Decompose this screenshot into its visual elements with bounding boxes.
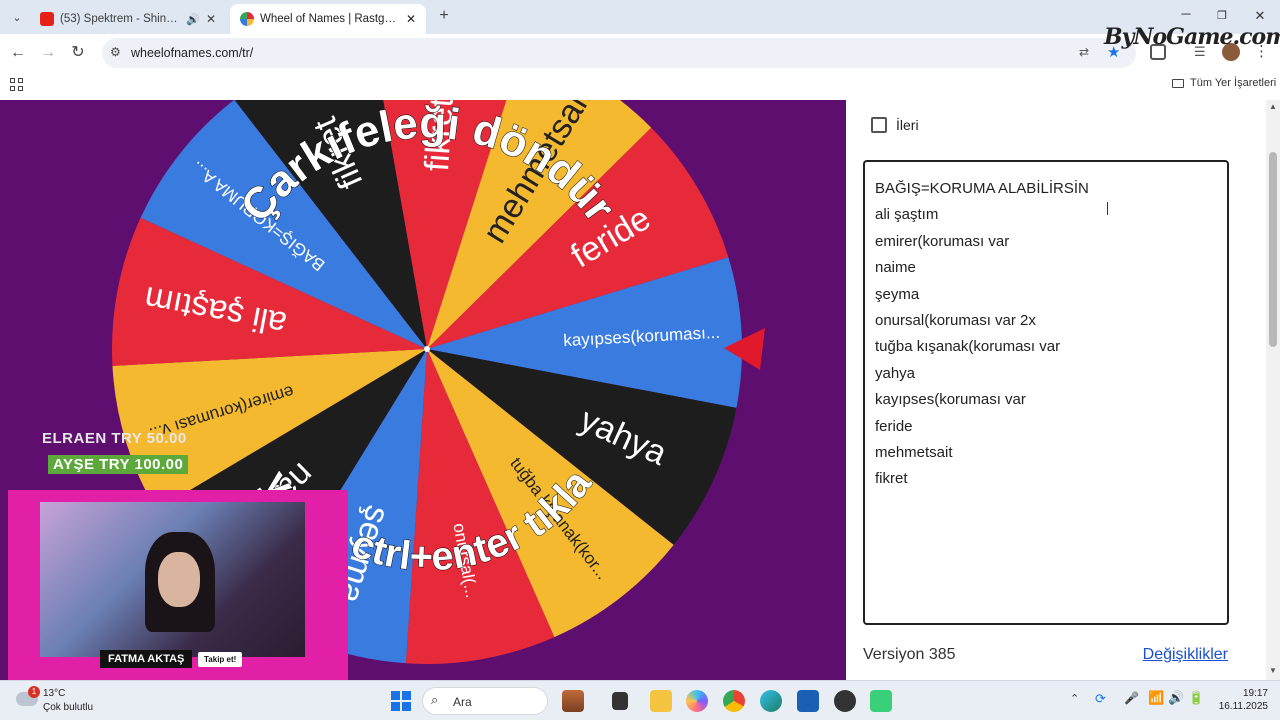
restore-button[interactable]: ❐: [1212, 6, 1232, 26]
clock-date: 16.11.2025: [1218, 701, 1268, 712]
show-hidden-icons-icon[interactable]: ⌃: [1070, 692, 1079, 705]
taskbar-search[interactable]: ⌕ Ara: [422, 687, 548, 715]
back-button[interactable]: ←: [7, 42, 29, 64]
site-info-icon[interactable]: ⚙: [110, 45, 121, 59]
wheel-area: fikret mehmetsait feride kayıpses(koruması.…: [0, 100, 846, 680]
search-highlight-icon[interactable]: [562, 690, 584, 712]
edge-icon[interactable]: [760, 690, 782, 712]
advanced-label: İleri: [896, 117, 919, 133]
changes-link[interactable]: Değişiklikler: [1143, 646, 1228, 664]
webcam-video: [40, 502, 305, 657]
obs-icon[interactable]: [834, 690, 856, 712]
entry-line: kayıpses(koruması var: [875, 391, 1026, 409]
version-label: Versiyon 385: [863, 646, 956, 663]
reload-button[interactable]: ↻: [67, 42, 89, 64]
translate-icon[interactable]: ⇄: [1079, 45, 1089, 59]
entry-line: onursal(koruması var 2x: [875, 312, 1036, 330]
checkbox-icon[interactable]: [871, 117, 887, 133]
forward-button[interactable]: →: [37, 42, 59, 64]
all-bookmarks-button[interactable]: Tüm Yer İşaretleri: [1172, 77, 1276, 89]
weather-alert-badge: 1: [28, 686, 40, 698]
weather-widget[interactable]: 1 13°C Çok bulutlu: [16, 686, 106, 716]
tab-youtube[interactable]: (53) Spektrem - Shine | Pro 🔊 ✕: [30, 4, 226, 34]
watermark-logo: ByNoGame.com: [1104, 24, 1280, 50]
tab-bar: ⌄ (53) Spektrem - Shine | Pro 🔊 ✕ Wheel …: [0, 0, 1280, 34]
text-cursor-icon: [1107, 202, 1109, 215]
tab-search-button[interactable]: ⌄: [8, 9, 26, 27]
volume-icon[interactable]: 🔊: [1168, 690, 1184, 706]
url-text[interactable]: wheelofnames.com/tr/: [131, 46, 253, 60]
windows-start-icon[interactable]: [390, 690, 412, 712]
close-tab-icon[interactable]: ✕: [206, 12, 216, 26]
clock[interactable]: 19:17 16.11.2025: [1212, 687, 1268, 713]
streamer-name-badge: FATMA AKTAŞ: [100, 650, 193, 668]
tab-title: (53) Spektrem - Shine | Pro: [60, 13, 182, 25]
scrollbar-thumb[interactable]: [1269, 152, 1277, 347]
streamer-face: [158, 552, 200, 607]
clock-time: 19:17: [1242, 688, 1268, 699]
entries-textarea[interactable]: BAĞIŞ=KORUMA ALABİLİRSİN ali şaştım emirer…: [863, 160, 1229, 625]
temperature-label: 13°C: [43, 688, 66, 699]
wifi-icon[interactable]: 📶: [1148, 690, 1164, 706]
store-icon[interactable]: [797, 690, 819, 712]
entry-line: ali şaştım: [875, 206, 939, 224]
file-explorer-icon[interactable]: [650, 690, 672, 712]
minimize-button[interactable]: ─: [1176, 6, 1196, 26]
entry-line: şeyma: [875, 285, 920, 303]
page-scrollbar[interactable]: ▲ ▼: [1266, 100, 1280, 680]
entry-line: fikret: [875, 470, 908, 488]
microphone-icon[interactable]: 🎤: [1124, 691, 1139, 705]
new-tab-button[interactable]: +: [434, 6, 454, 26]
search-icon: ⌕: [431, 692, 439, 707]
sync-icon[interactable]: ⟳: [1095, 691, 1106, 707]
apps-grid-icon[interactable]: [10, 78, 23, 91]
streamer-webcam: FATMA AKTAŞ Takip et!: [8, 490, 348, 680]
tab-wheel-of-names[interactable]: Wheel of Names | Rastgele ad s ✕: [230, 4, 426, 34]
wheel-favicon-icon: [240, 12, 254, 26]
entries-panel: İleri BAĞIŞ=KORUMA ALABİLİRSİN ali şaştım…: [846, 100, 1248, 680]
entry-line: naime: [875, 259, 916, 277]
entry-line: BAĞIŞ=KORUMA ALABİLİRSİN: [875, 180, 1089, 197]
windows-taskbar: 1 13°C Çok bulutlu ⌕ Ara ⌃ ⟳ 🎤 📶 🔊 🔋 19:…: [0, 680, 1280, 720]
task-view-icon[interactable]: [612, 692, 628, 710]
xbox-icon[interactable]: [870, 690, 892, 712]
battery-icon[interactable]: 🔋: [1188, 690, 1204, 706]
close-window-button[interactable]: ✕: [1250, 6, 1270, 26]
entry-line: feride: [875, 417, 913, 435]
speaker-icon[interactable]: 🔊: [186, 13, 200, 26]
youtube-icon: [40, 12, 54, 26]
search-label: Ara: [453, 695, 472, 709]
scroll-up-arrow-icon[interactable]: ▲: [1269, 102, 1277, 111]
browser-toolbar: ← → ↻ ⚙ wheelofnames.com/tr/ ⇄ ★ ☰ ⋮ ByN…: [0, 24, 1280, 72]
donation-line: ELRAEN TRY 50.00: [42, 430, 187, 447]
entry-line: yahya: [875, 364, 916, 382]
copilot-icon[interactable]: [686, 690, 708, 712]
page-content: fikret mehmetsait feride kayıpses(koruması.…: [0, 100, 1280, 680]
donation-line: AYŞE TRY 100.00: [48, 455, 189, 474]
bookmarks-bar: Tüm Yer İşaretleri: [0, 72, 1280, 98]
address-bar[interactable]: ⚙ wheelofnames.com/tr/ ⇄ ★: [102, 38, 1136, 68]
entry-line: emirer(koruması var: [875, 232, 1010, 250]
scroll-down-arrow-icon[interactable]: ▼: [1269, 666, 1277, 675]
all-bookmarks-label: Tüm Yer İşaretleri: [1190, 77, 1277, 89]
entry-line: tuğba kışanak(koruması var: [875, 338, 1061, 356]
chrome-icon[interactable]: [723, 690, 745, 712]
folder-icon: [1172, 78, 1184, 88]
advanced-checkbox[interactable]: İleri: [871, 117, 919, 133]
weather-label: Çok bulutlu: [43, 702, 94, 713]
follow-badge: Takip et!: [198, 652, 243, 667]
wheel-center: [424, 346, 430, 352]
entry-line: mehmetsait: [875, 444, 953, 462]
close-tab-icon[interactable]: ✕: [406, 12, 416, 26]
tab-title: Wheel of Names | Rastgele ad s: [260, 13, 400, 25]
